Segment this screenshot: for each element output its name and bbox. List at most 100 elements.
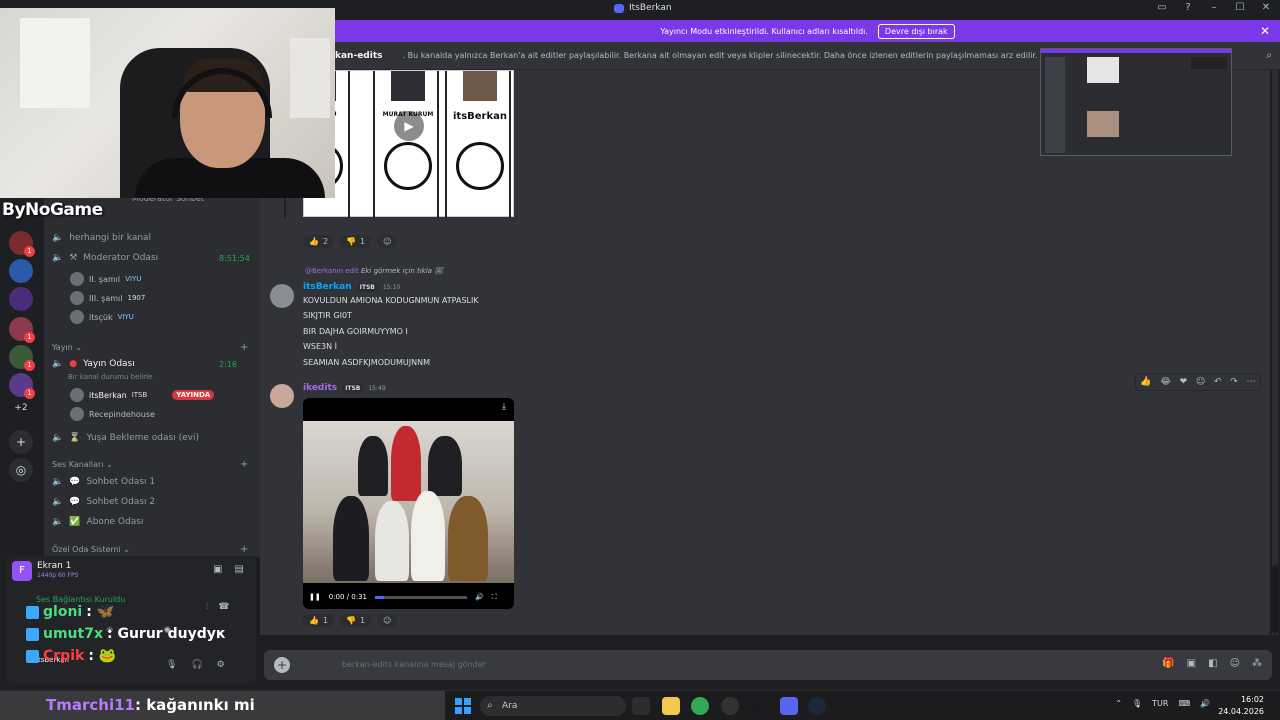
- chevron-up-icon[interactable]: ⌃: [1115, 699, 1122, 708]
- stream-preview[interactable]: [1040, 48, 1232, 156]
- channel-herhangi[interactable]: 🔈 herhangi bir kanal: [52, 233, 151, 243]
- channel-abone[interactable]: 🔈 ✅ Abone Odası: [52, 517, 143, 527]
- apps-icon[interactable]: ⁂: [1252, 658, 1262, 669]
- network-icon[interactable]: ⌨: [1178, 699, 1190, 708]
- message-author[interactable]: itsBerkan ITSB 15:10: [303, 282, 400, 292]
- voice-user[interactable]: Recepindehouse: [70, 407, 155, 421]
- maximize-button[interactable]: ☐: [1234, 2, 1246, 13]
- laugh-icon[interactable]: 😂: [1160, 377, 1171, 387]
- add-server-icon[interactable]: +: [9, 430, 33, 454]
- taskbar-search[interactable]: ⌕ Ara: [480, 696, 626, 716]
- author-name[interactable]: itsBerkan: [303, 282, 352, 292]
- channel-status[interactable]: Bir kanal durumu belirle: [68, 373, 152, 381]
- voice-user[interactable]: itsçük VIYU: [70, 310, 134, 324]
- headphones-icon[interactable]: 🎧: [191, 660, 202, 670]
- mic-tray-icon[interactable]: 🎙: [1132, 699, 1142, 708]
- server-icon[interactable]: [9, 287, 33, 311]
- voice-connected-status[interactable]: Ses Bağlantısı Kuruldu: [36, 595, 125, 604]
- channel-moderator[interactable]: 🔈 ⚒ Moderator Odası 8:51:54: [52, 253, 250, 263]
- settings-share-icon[interactable]: ▤: [235, 564, 244, 575]
- add-channel-icon[interactable]: +: [240, 544, 248, 555]
- channel-sohbet2[interactable]: 🔈 💬 Sohbet Odası 2: [52, 497, 155, 507]
- help-icon[interactable]: ?: [1182, 2, 1194, 13]
- reaction-thumbs-down[interactable]: 👎 1: [340, 235, 372, 248]
- gif-icon[interactable]: ▣: [1187, 658, 1196, 669]
- obs-icon[interactable]: [721, 697, 739, 715]
- server-icon[interactable]: [9, 259, 33, 283]
- search-icon[interactable]: ⌕: [1266, 50, 1272, 61]
- server-icon[interactable]: 1: [9, 231, 35, 257]
- close-button[interactable]: ✕: [1260, 2, 1272, 13]
- add-reaction-icon[interactable]: ☺: [1196, 377, 1205, 387]
- channel-sidebar: Moderator Sohbet 🔈 herhangi bir kanal 🔈 ⚒ M…: [44, 194, 260, 557]
- scrollbar-thumb[interactable]: [1272, 565, 1278, 633]
- server-icon[interactable]: 1: [9, 345, 35, 371]
- category-ses[interactable]: Ses Kanalları ⌄ +: [52, 459, 248, 470]
- close-banner-icon[interactable]: ✕: [1260, 24, 1270, 38]
- chrome-icon[interactable]: [691, 697, 709, 715]
- chat-scrollbar[interactable]: [1272, 70, 1278, 635]
- video-seekbar[interactable]: [374, 595, 467, 599]
- server-icon[interactable]: 1: [9, 317, 35, 343]
- category-ozel[interactable]: Özel Oda Sistemi ⌄ +: [52, 544, 248, 555]
- add-channel-icon[interactable]: +: [240, 459, 248, 470]
- forward-icon[interactable]: ↷: [1230, 377, 1238, 387]
- signal-icon[interactable]: ⫶: [206, 602, 208, 612]
- reply-icon[interactable]: ↶: [1214, 377, 1222, 387]
- reply-preview[interactable]: @Berkanın edit Eki görmek için tıkla 🖼: [305, 267, 443, 275]
- file-explorer-icon[interactable]: [662, 697, 680, 715]
- settings-gear-icon[interactable]: ⚙: [217, 660, 225, 670]
- more-icon[interactable]: ⋯: [1247, 377, 1256, 387]
- gift-icon[interactable]: 🎁: [1162, 658, 1174, 669]
- volume-icon[interactable]: 🔊: [1200, 699, 1210, 708]
- reaction-thumbs-up[interactable]: 👍 1: [303, 614, 335, 627]
- sticker-icon[interactable]: ◧: [1208, 658, 1217, 669]
- discover-icon[interactable]: ◎: [9, 458, 33, 482]
- overlay-chat-line: Tmarchi11: kağanınkı mi: [46, 696, 255, 714]
- taskbar-clock[interactable]: 16:02 24.04.2026: [1218, 694, 1264, 718]
- message-composer[interactable]: + berkan-edits kanalına mesaj gönder 🎁 ▣…: [264, 650, 1272, 680]
- video-player[interactable]: ⤓ ❚❚ 0:00 / 0:31 🔊 ⛶: [303, 398, 514, 609]
- reaction-thumbs-down[interactable]: 👎 1: [340, 614, 372, 627]
- disable-streamer-mode-button[interactable]: Devre dışı bırak: [877, 23, 955, 39]
- more-servers[interactable]: +2: [8, 403, 34, 413]
- add-reaction-icon[interactable]: ☺: [377, 614, 398, 627]
- channel-yayin[interactable]: 🔈 ● Yayın Odası 2:16: [52, 359, 237, 369]
- channel-bekleme[interactable]: 🔈 ⌛ Yuşa Bekleme odası (evi): [52, 433, 199, 443]
- reaction-thumbs-up[interactable]: 👍 2: [303, 235, 335, 248]
- download-icon[interactable]: ⤓: [502, 402, 506, 412]
- thumbs-up-icon[interactable]: 👍: [1140, 377, 1151, 387]
- app-icon[interactable]: [750, 697, 768, 715]
- voice-user[interactable]: III. şamıl 1907: [70, 291, 145, 305]
- add-channel-icon[interactable]: +: [240, 342, 248, 353]
- pause-icon[interactable]: ❚❚: [309, 593, 321, 601]
- windows-start-icon[interactable]: [455, 698, 471, 714]
- avatar[interactable]: [270, 284, 294, 308]
- server-icon[interactable]: 1: [9, 373, 35, 399]
- steam-icon[interactable]: [808, 697, 826, 715]
- composer-placeholder[interactable]: berkan-edits kanalına mesaj gönder: [342, 660, 486, 669]
- emoji-icon[interactable]: ☺: [1230, 658, 1240, 669]
- stop-share-icon[interactable]: ▣: [213, 564, 222, 575]
- fullscreen-icon[interactable]: ⛶: [492, 593, 497, 602]
- task-view-icon[interactable]: [632, 697, 650, 715]
- disconnect-icon[interactable]: ☎: [218, 602, 229, 612]
- language-indicator[interactable]: TUR: [1152, 699, 1168, 708]
- voice-user[interactable]: II. şamıl VIYU: [70, 272, 141, 286]
- play-icon[interactable]: ▶: [394, 111, 424, 141]
- avatar[interactable]: [270, 384, 294, 408]
- discord-taskbar-icon[interactable]: [780, 697, 798, 715]
- category-yayin[interactable]: Yayın ⌄ +: [52, 342, 248, 353]
- author-name[interactable]: ikedits: [303, 383, 337, 393]
- message-author[interactable]: ikedits ITSB 15:49: [303, 383, 386, 393]
- attach-plus-icon[interactable]: +: [274, 657, 290, 673]
- minimize-button[interactable]: –: [1208, 2, 1220, 13]
- voice-user[interactable]: itsBerkan ITSB YAYINDA: [70, 388, 215, 402]
- volume-icon[interactable]: 🔊: [475, 593, 484, 601]
- heart-icon[interactable]: ❤: [1180, 377, 1188, 387]
- inbox-icon[interactable]: ▭: [1156, 2, 1168, 13]
- channel-topic[interactable]: . Bu kanalda yalnızca Berkan'a ait editl…: [403, 51, 1038, 60]
- mic-icon[interactable]: 🎙: [166, 660, 177, 670]
- add-reaction-icon[interactable]: ☺: [377, 235, 398, 248]
- channel-sohbet1[interactable]: 🔈 💬 Sohbet Odası 1: [52, 477, 155, 487]
